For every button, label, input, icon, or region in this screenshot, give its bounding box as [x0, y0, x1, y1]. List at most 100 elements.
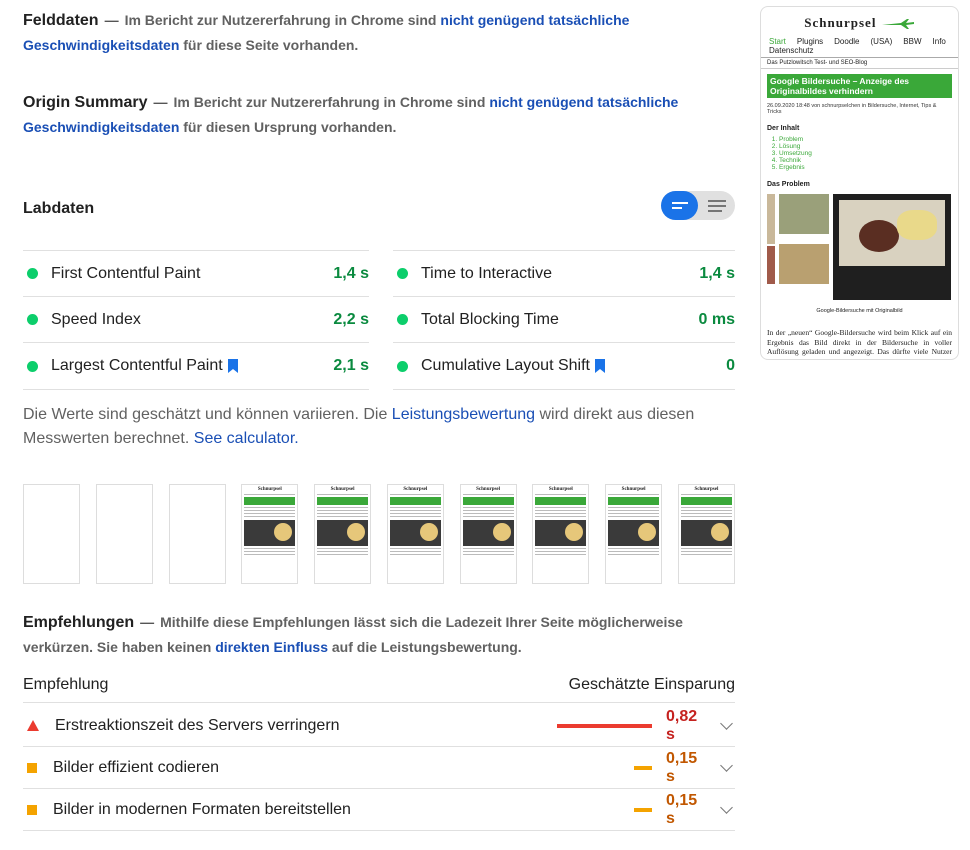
frame-text-line: [535, 507, 587, 508]
field-data-section: Felddaten — Im Bericht zur Nutzererfahrung…: [23, 12, 630, 53]
metric-value: 2,1 s: [333, 357, 369, 374]
metric-label: First Contentful Paint: [51, 264, 201, 282]
recommendations-heading: Empfehlungen: [23, 614, 135, 631]
frame-content: Schnurpsel: [389, 487, 441, 557]
compact-view-icon[interactable]: [661, 191, 698, 220]
frame-title-bar: [608, 497, 660, 505]
frame-text-line: [608, 516, 660, 517]
metric-row: Total Blocking Time 0 ms: [393, 296, 735, 342]
chevron-down-icon[interactable]: [720, 759, 733, 772]
frame-text-line: [680, 551, 732, 552]
metric-name[interactable]: Cumulative Layout Shift: [421, 357, 726, 375]
frame-content: Schnurpsel: [535, 487, 587, 557]
screenshot-logo: Schnurpsel: [761, 15, 958, 31]
frame-text-line: [680, 554, 732, 555]
recommendation-row[interactable]: Bilder in modernen Formaten bereitstelle…: [23, 789, 735, 831]
frame-text-line: [244, 516, 296, 517]
thumb-image-4: [779, 244, 829, 284]
chevron-down-icon[interactable]: [720, 717, 733, 730]
metric-name[interactable]: First Contentful Paint: [51, 265, 333, 283]
screenshot-toc-item: Ergebnis: [779, 164, 958, 171]
frame-image-food: [710, 523, 729, 541]
frame-text-line: [389, 513, 441, 514]
frame-text-line: [535, 510, 587, 511]
frame-content: Schnurpsel: [317, 487, 369, 557]
frame-nav-line: [608, 494, 660, 495]
frame-content: Schnurpsel: [680, 487, 732, 557]
recommendation-title[interactable]: Bilder effizient codieren: [23, 759, 634, 777]
frame-image: [608, 520, 660, 546]
field-data-text-after: für diese Seite vorhanden.: [183, 37, 359, 53]
filmstrip-frame: Schnurpsel: [459, 484, 517, 584]
recommendation-row[interactable]: Bilder effizient codieren 0,15 s: [23, 747, 735, 789]
field-data-text: Im Bericht zur Nutzererfahrung in Chrome…: [124, 12, 437, 28]
screenshot-post-meta: 26.09.2020 18:48 von schnurpselchen in B…: [767, 103, 937, 115]
frame-text-line: [389, 507, 441, 508]
frame-text-line: [608, 510, 660, 511]
frame-text-line: [244, 510, 296, 511]
frame-text-line: [535, 516, 587, 517]
frame-text-line: [244, 554, 296, 555]
frame-text-line: [680, 513, 732, 514]
direct-influence-link[interactable]: direkten Einfluss: [215, 639, 328, 655]
expanded-view-icon[interactable]: [698, 191, 735, 220]
metrics-right-column: Time to Interactive 1,4 s Total Blocking T…: [393, 250, 735, 390]
frame-image: [462, 520, 514, 546]
metric-name[interactable]: Largest Contentful Paint: [51, 357, 333, 375]
screenshot-images: [767, 194, 952, 306]
frame-title-bar: [317, 497, 369, 505]
filmstrip-frame-blank: [95, 484, 153, 584]
screenshot-nav-item: Info: [932, 37, 946, 46]
recommendations-section: Empfehlungen — Mithilfe diese Empfehlungen…: [23, 614, 683, 655]
status-dot-icon: [27, 314, 38, 325]
thumb-image-1: [767, 194, 775, 244]
frame-nav-line: [462, 494, 514, 495]
frame-title-bar: [462, 497, 514, 505]
score-link[interactable]: Leistungsbewertung: [392, 406, 535, 423]
frame-text-line: [462, 510, 514, 511]
metrics-view-toggle[interactable]: [661, 191, 735, 220]
metric-label: Total Blocking Time: [421, 310, 559, 328]
thumb-image-3: [767, 246, 775, 284]
screenshot-toc-item: Lösung: [779, 143, 958, 150]
screenshot-problem-heading: Das Problem: [767, 181, 810, 188]
metric-name[interactable]: Speed Index: [51, 311, 333, 329]
frame-text-line: [608, 548, 660, 549]
screenshot-toc: ProblemLösungUmsetzungTechnikErgebnis: [761, 136, 958, 171]
origin-summary-text: Im Bericht zur Nutzererfahrung in Chrome…: [173, 94, 486, 110]
frame-title-bar: [244, 497, 296, 505]
metric-value: 2,2 s: [333, 310, 369, 328]
frame-text-line: [244, 548, 296, 549]
frame-title-bar: [535, 497, 587, 505]
frame-image: [244, 520, 296, 546]
chevron-down-icon[interactable]: [720, 801, 733, 814]
frame-text-line: [317, 548, 369, 549]
recommendation-title[interactable]: Bilder in modernen Formaten bereitstelle…: [23, 801, 634, 819]
filmstrip-frame-blank: [23, 484, 80, 584]
frame-text-line: [462, 516, 514, 517]
frame-content: Schnurpsel: [244, 487, 296, 557]
frame-image-food: [347, 523, 366, 541]
frame-text-line: [244, 507, 296, 508]
frame-nav-line: [317, 494, 369, 495]
filmstrip-frame: Schnurpsel: [532, 484, 590, 584]
status-dot-icon: [397, 268, 408, 279]
frame-text-line: [317, 551, 369, 552]
recommendation-row[interactable]: Erstreaktionszeit des Servers verringern…: [23, 705, 735, 747]
final-screenshot[interactable]: Schnurpsel Start Plugins Doodle (USA) BBW Inf…: [760, 6, 959, 360]
frame-text-line: [389, 516, 441, 517]
frame-text-line: [389, 554, 441, 555]
frame-logo: Schnurpsel: [694, 487, 719, 492]
frame-text-line: [317, 507, 369, 508]
metric-name[interactable]: Time to Interactive: [421, 265, 699, 283]
metric-name[interactable]: Total Blocking Time: [421, 311, 699, 329]
lab-data-heading: Labdaten: [23, 200, 95, 217]
recommendation-title[interactable]: Erstreaktionszeit des Servers verringern: [23, 717, 557, 735]
calculator-link[interactable]: See calculator.: [194, 430, 299, 447]
filmstrip-frame-blank: [168, 484, 226, 584]
frame-logo: Schnurpsel: [330, 487, 355, 492]
status-dot-icon: [397, 314, 408, 325]
frame-nav-line: [680, 494, 732, 495]
airplane-icon: [881, 19, 914, 30]
metric-value: 1,4 s: [699, 264, 735, 282]
